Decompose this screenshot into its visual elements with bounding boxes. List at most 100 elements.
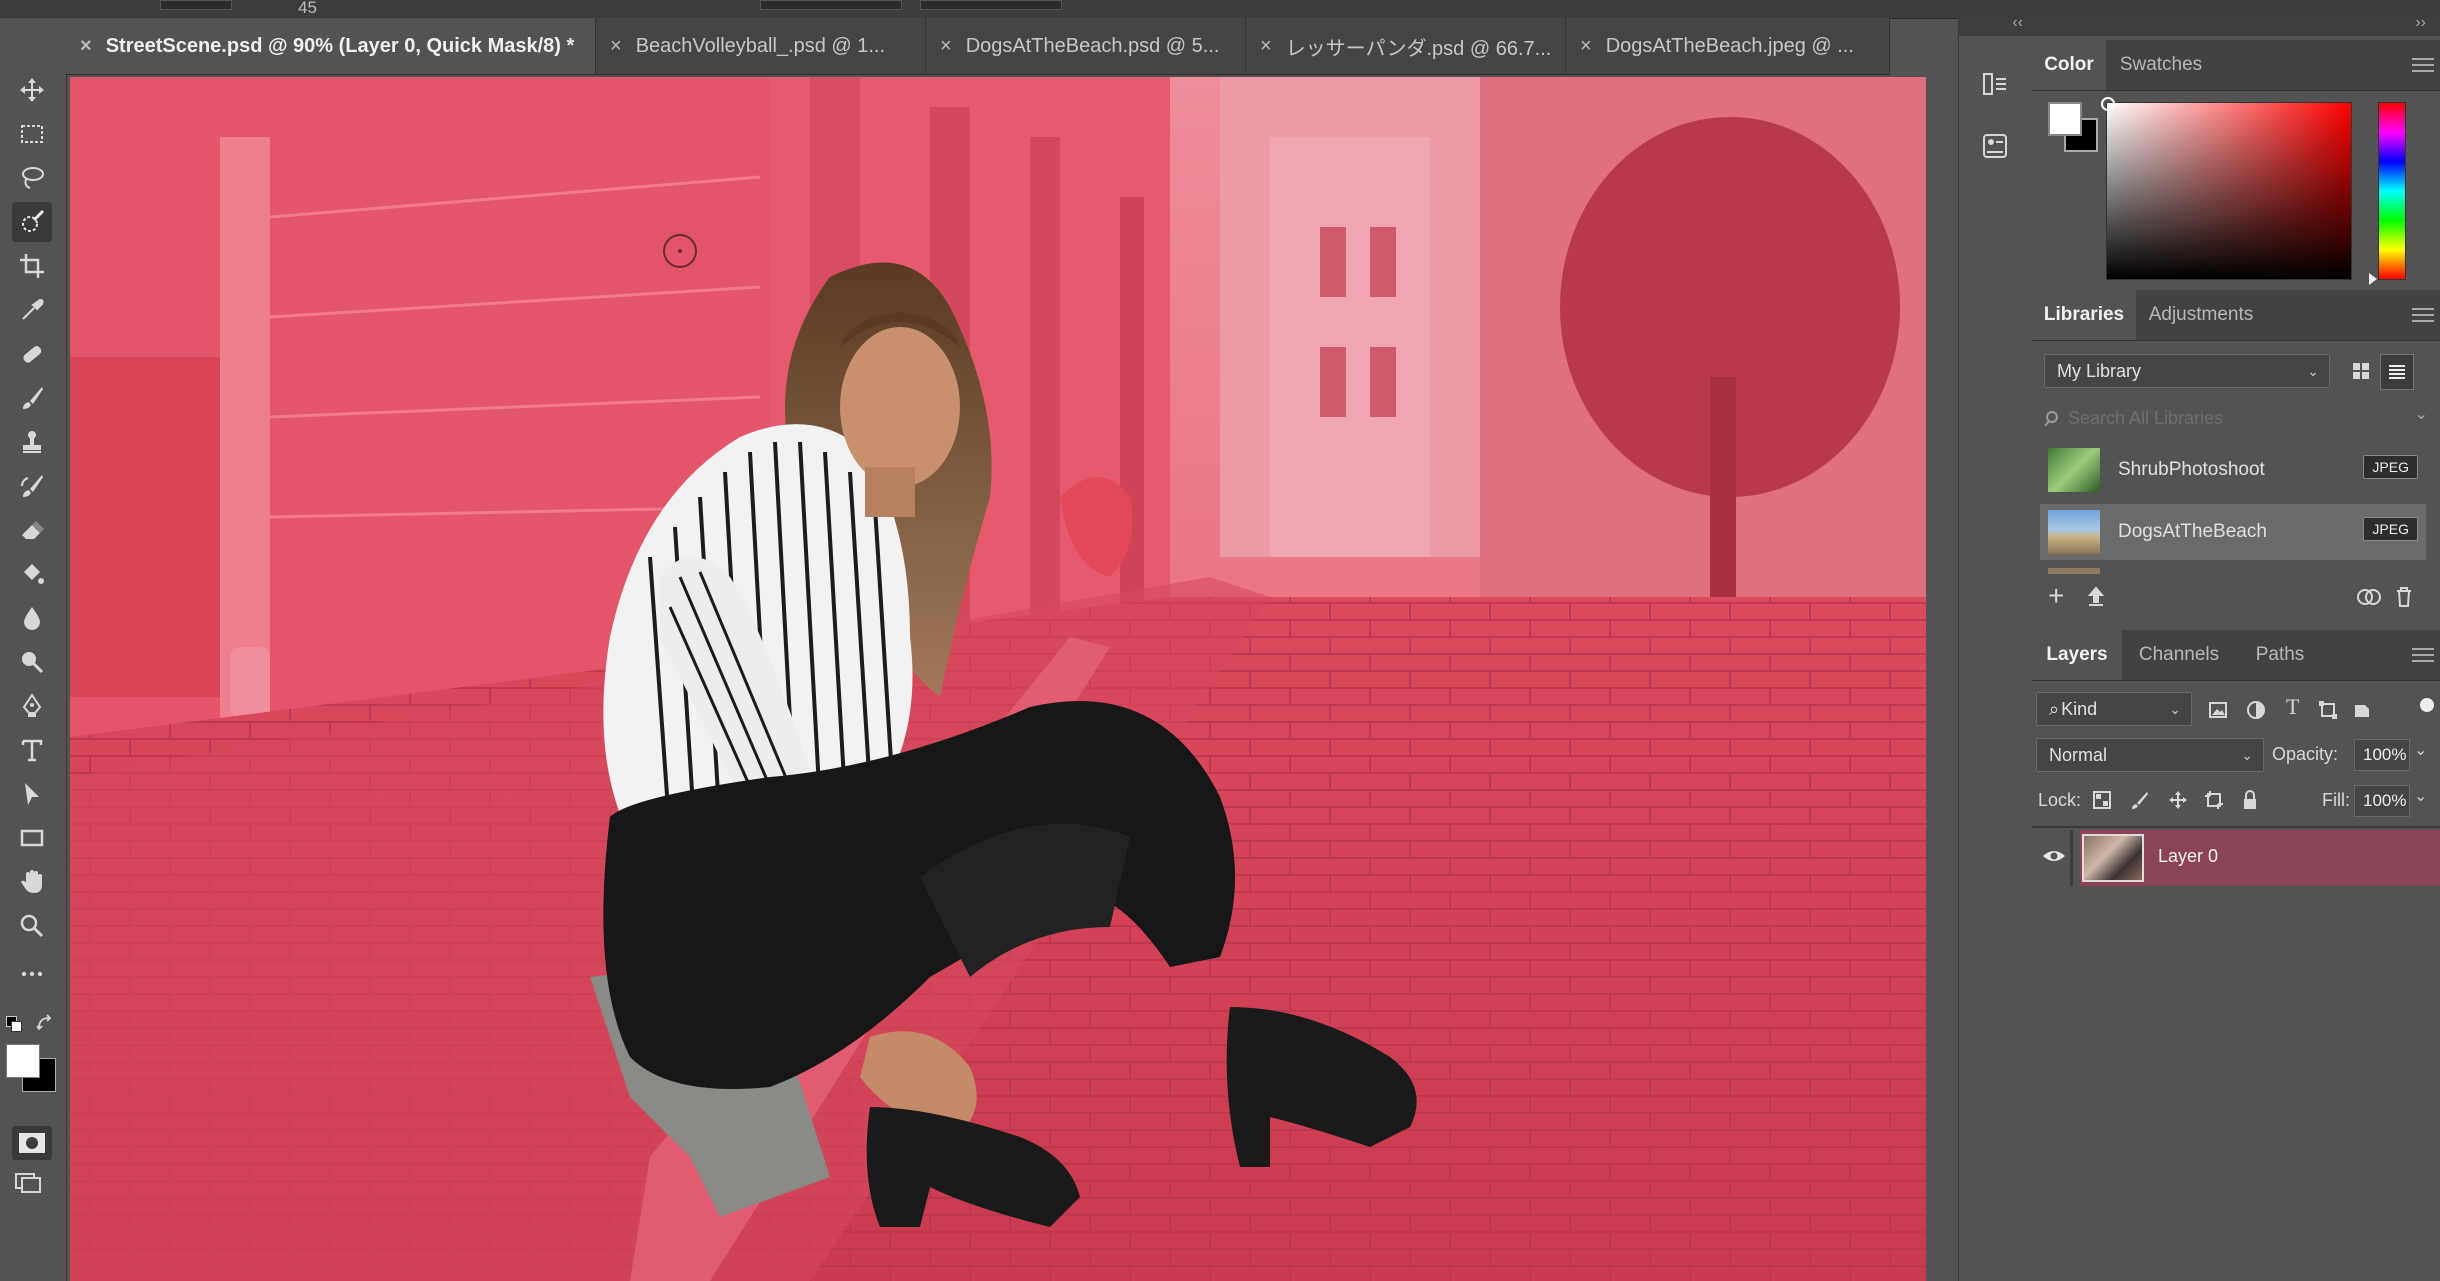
creative-cloud-icon[interactable] [2356, 586, 2382, 608]
color-spectrum-field[interactable] [2101, 97, 2352, 280]
upload-icon[interactable] [2086, 586, 2106, 608]
close-tab-icon[interactable]: × [1580, 35, 1592, 58]
fill-field[interactable]: 100% [2354, 785, 2410, 817]
close-tab-icon[interactable]: × [1260, 35, 1272, 58]
dodge-icon[interactable] [12, 642, 52, 682]
toolbar [0, 18, 67, 1281]
quick-mask-icon[interactable] [12, 1126, 52, 1160]
quick-selection-icon[interactable] [12, 202, 52, 242]
hue-slider[interactable] [2369, 102, 2406, 285]
layers-panel-tabs: Layers Channels Paths [2032, 630, 2440, 681]
tab-adjustments[interactable]: Adjustments [2136, 290, 2266, 340]
vertical-scrollbar[interactable] [1926, 77, 1958, 1281]
layer-name[interactable]: Layer 0 [2158, 846, 2218, 867]
filter-toggle-icon[interactable] [2420, 698, 2434, 712]
pen-icon[interactable] [12, 686, 52, 726]
foreground-color-chip[interactable] [2048, 102, 2082, 136]
library-search[interactable]: Search All Libraries ⌄ [2040, 402, 2436, 436]
type-icon[interactable] [12, 730, 52, 770]
fg-bg-color-picker[interactable] [2048, 102, 2100, 154]
chevron-down-icon: ⌄ [2307, 363, 2319, 379]
properties-panel-icon[interactable] [1973, 124, 2017, 168]
hue-slider-handle[interactable] [2369, 273, 2377, 285]
move-icon[interactable] [12, 70, 52, 110]
lock-all-icon[interactable] [2240, 790, 2260, 810]
shape-layer-filter-icon[interactable] [2318, 700, 2338, 720]
lock-artboard-icon[interactable] [2204, 790, 2224, 810]
color-picker-ring[interactable] [2101, 97, 2115, 111]
eyedropper-icon[interactable] [12, 290, 52, 330]
document-tab[interactable]: × レッサーパンダ.psd @ 66.7... [1246, 18, 1566, 74]
brush-icon[interactable] [12, 378, 52, 418]
panel-menu-icon[interactable] [2412, 304, 2434, 324]
library-item[interactable]: DogsAtTheBeach JPEG [2040, 504, 2426, 560]
tab-channels[interactable]: Channels [2122, 630, 2236, 680]
chevron-down-icon[interactable]: ⌄ [2414, 740, 2427, 760]
blend-mode-select[interactable]: Normal ⌄ [2036, 738, 2264, 772]
close-tab-icon[interactable]: × [940, 35, 952, 58]
dock-collapse-bar[interactable]: ‹‹ [1959, 14, 2033, 36]
visibility-eye-icon[interactable] [2042, 848, 2066, 864]
close-tab-icon[interactable]: × [80, 35, 92, 58]
document-tab[interactable]: × StreetScene.psd @ 90% (Layer 0, Quick … [66, 18, 596, 74]
tab-libraries[interactable]: Libraries [2032, 290, 2136, 340]
layer-filter-select[interactable]: ⌕ Kind ⌄ [2036, 692, 2192, 726]
options-field[interactable] [920, 0, 1062, 10]
opacity-field[interactable]: 100% [2354, 739, 2410, 771]
pixel-layer-filter-icon[interactable] [2208, 700, 2228, 720]
hand-icon[interactable] [12, 862, 52, 902]
path-selection-icon[interactable] [12, 774, 52, 814]
chevron-down-icon[interactable]: ⌄ [2414, 786, 2427, 806]
layer-row[interactable]: Layer 0 [2032, 830, 2440, 886]
tab-color[interactable]: Color [2032, 40, 2106, 90]
history-panel-icon[interactable] [1973, 62, 2017, 106]
default-colors-icon[interactable] [6, 1016, 22, 1032]
tab-layers[interactable]: Layers [2032, 630, 2122, 680]
zoom-icon[interactable] [12, 906, 52, 946]
document-tab[interactable]: × DogsAtTheBeach.psd @ 5... [926, 18, 1246, 74]
panel-menu-icon[interactable] [2412, 644, 2434, 664]
chevron-down-icon[interactable]: ⌄ [2415, 404, 2428, 424]
history-brush-icon[interactable] [12, 466, 52, 506]
close-tab-icon[interactable]: × [610, 35, 622, 58]
document-tab[interactable]: × BeachVolleyball_.psd @ 1... [596, 18, 926, 74]
document-canvas[interactable] [70, 77, 1926, 1281]
library-item[interactable]: ShrubPhotoshoot JPEG [2040, 442, 2440, 498]
color-panel-tabs: Color Swatches [2032, 40, 2440, 91]
healing-brush-icon[interactable] [12, 334, 52, 374]
brush-preset-picker[interactable] [160, 0, 232, 10]
collapse-icon[interactable]: ‹‹ [2012, 14, 2023, 32]
rectangle-icon[interactable] [12, 818, 52, 858]
screen-mode-icon[interactable] [14, 1170, 50, 1200]
add-content-icon[interactable]: + [2048, 580, 2064, 612]
blur-icon[interactable] [12, 598, 52, 638]
eraser-icon[interactable] [12, 510, 52, 550]
expand-icon[interactable]: ›› [2415, 14, 2426, 32]
type-layer-filter-icon[interactable]: T [2286, 694, 2299, 720]
paint-bucket-icon[interactable] [12, 554, 52, 594]
lock-image-pixels-icon[interactable] [2130, 790, 2150, 810]
crop-icon[interactable] [12, 246, 52, 286]
tab-paths[interactable]: Paths [2236, 630, 2324, 680]
trash-icon[interactable] [2394, 586, 2414, 608]
blend-mode-value: Normal [2049, 744, 2108, 765]
document-tab[interactable]: × DogsAtTheBeach.jpeg @ ... [1566, 18, 1890, 74]
swap-colors-icon[interactable] [36, 1014, 54, 1032]
foreground-color-swatch[interactable] [6, 1044, 40, 1078]
smart-object-filter-icon[interactable] [2352, 700, 2372, 720]
lock-transparent-pixels-icon[interactable] [2092, 790, 2112, 810]
panel-menu-icon[interactable] [2412, 54, 2434, 74]
clone-stamp-icon[interactable] [12, 422, 52, 462]
lock-position-icon[interactable] [2168, 790, 2188, 810]
tab-swatches[interactable]: Swatches [2106, 40, 2216, 90]
grid-view-icon[interactable] [2346, 356, 2376, 386]
lasso-icon[interactable] [12, 158, 52, 198]
options-bar: 45 [0, 0, 2440, 19]
marquee-icon[interactable] [12, 114, 52, 154]
more-tools-icon[interactable] [12, 954, 52, 994]
library-select[interactable]: My Library ⌄ [2044, 354, 2330, 388]
adjustment-layer-filter-icon[interactable] [2246, 700, 2266, 720]
options-field[interactable] [760, 0, 902, 10]
list-view-icon[interactable] [2380, 354, 2414, 390]
panels-header: ›› [2032, 14, 2440, 36]
